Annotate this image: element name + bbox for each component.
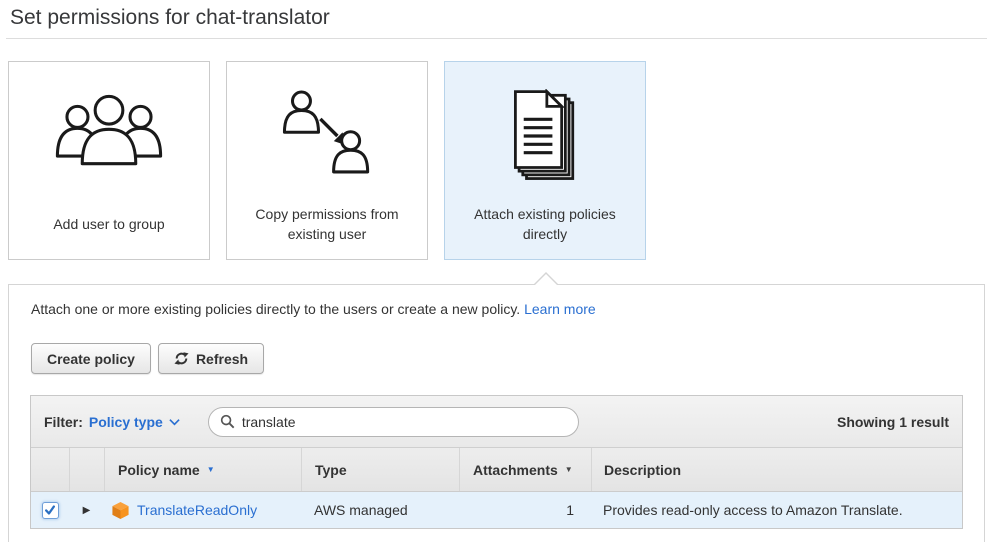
managed-policy-cube-icon xyxy=(111,501,130,520)
refresh-button[interactable]: Refresh xyxy=(157,343,265,374)
sort-desc-icon: ▼ xyxy=(564,465,573,474)
column-header-expand xyxy=(69,448,104,491)
filter-label: Filter: xyxy=(44,413,83,430)
permission-option-cards: Add user to group Copy permissions from … xyxy=(8,61,646,260)
header-label: Description xyxy=(604,461,682,478)
policy-type-label: Policy type xyxy=(88,413,163,430)
card-add-user-to-group[interactable]: Add user to group xyxy=(8,61,210,260)
header-label: Attachments xyxy=(473,461,558,478)
table-row[interactable]: ▶ TranslateReadOnly AWS managed 1 Provid… xyxy=(31,492,962,528)
card-label: Add user to group xyxy=(53,216,165,232)
policy-description-cell: Provides read-only access to Amazon Tran… xyxy=(603,502,903,518)
policy-name-link[interactable]: TranslateReadOnly xyxy=(137,502,257,518)
row-checkbox[interactable] xyxy=(41,501,59,519)
policy-type-dropdown[interactable]: Policy type xyxy=(89,414,180,430)
sort-desc-icon: ▼ xyxy=(206,465,215,474)
policy-search-box[interactable] xyxy=(207,406,579,437)
refresh-label: Refresh xyxy=(195,350,249,367)
policy-documents-icon xyxy=(445,62,645,201)
header-label: Type xyxy=(315,461,347,478)
page-title: Set permissions for chat-translator xyxy=(10,6,330,29)
table-header: Policy name ▼ Type Attachments ▼ Descrip… xyxy=(31,448,962,492)
toolbar: Create policy Refresh xyxy=(31,343,265,374)
panel-caret xyxy=(533,272,559,285)
column-header-attachments[interactable]: Attachments ▼ xyxy=(459,448,591,491)
card-attach-policies[interactable]: Attach existing policies directly xyxy=(444,61,646,260)
header-label: Policy name xyxy=(118,461,200,478)
card-label: Copy permissions from existing user xyxy=(255,206,399,242)
column-header-type[interactable]: Type xyxy=(301,448,459,491)
column-header-description: Description xyxy=(591,448,962,491)
panel-intro-text: Attach one or more existing policies dir… xyxy=(31,301,596,317)
intro-text: Attach one or more existing policies dir… xyxy=(31,301,521,317)
filter-bar: Filter: Policy type Showing 1 result xyxy=(31,396,962,448)
card-copy-permissions[interactable]: Copy permissions from existing user xyxy=(226,61,428,260)
learn-more-link[interactable]: Learn more xyxy=(524,301,596,317)
create-policy-label: Create policy xyxy=(47,350,135,367)
policy-type-cell: AWS managed xyxy=(314,502,408,518)
policies-table: Filter: Policy type Showing 1 result xyxy=(30,395,963,529)
chevron-down-icon xyxy=(169,418,180,426)
create-policy-button[interactable]: Create policy xyxy=(31,343,151,374)
attachments-count-cell: 1 xyxy=(566,502,574,518)
results-count: Showing 1 result xyxy=(836,413,949,430)
user-group-icon xyxy=(9,62,209,201)
search-icon xyxy=(220,414,235,429)
expand-row-toggle[interactable]: ▶ xyxy=(83,505,91,516)
attach-policies-panel: Attach one or more existing policies dir… xyxy=(8,272,985,542)
column-header-select xyxy=(31,448,69,491)
column-header-policy-name[interactable]: Policy name ▼ xyxy=(104,448,301,491)
refresh-icon xyxy=(174,351,189,366)
title-divider xyxy=(6,38,987,39)
search-input[interactable] xyxy=(241,413,567,430)
card-label: Attach existing policies directly xyxy=(474,206,616,242)
copy-permissions-icon xyxy=(227,62,427,201)
